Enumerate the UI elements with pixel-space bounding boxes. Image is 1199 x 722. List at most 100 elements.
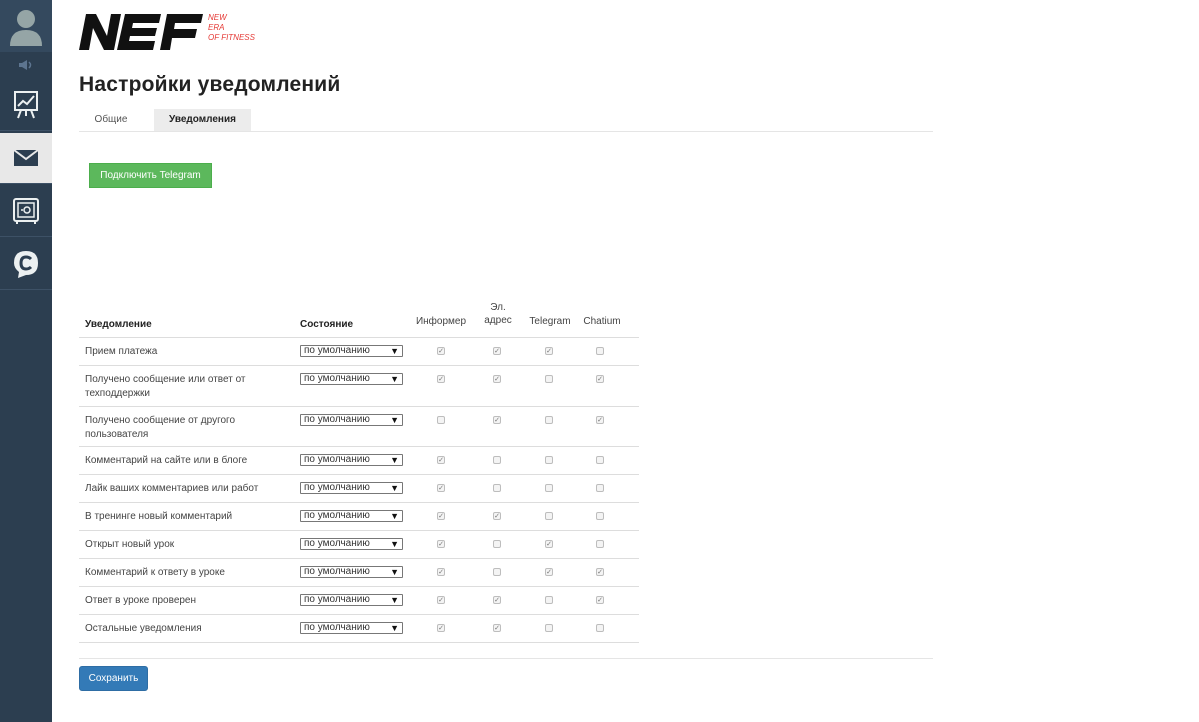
state-select[interactable]: по умолчанию ▼ (300, 622, 403, 634)
state-select[interactable]: по умолчанию ▼ (300, 566, 403, 578)
state-select[interactable]: по умолчанию ▼ (300, 510, 403, 522)
informer-checkbox[interactable]: ✓ (437, 512, 445, 520)
chatium-checkbox[interactable] (596, 512, 604, 520)
mail-icon (13, 149, 39, 166)
table-row: Получено сообщение от другого пользовател… (79, 406, 639, 446)
tab-notifications[interactable]: Уведомления (154, 109, 251, 131)
email-checkbox[interactable]: ✓ (493, 347, 501, 355)
sidebar-item-chatium[interactable] (0, 239, 52, 290)
email-checkbox[interactable]: ✓ (493, 512, 501, 520)
save-button[interactable]: Сохранить (79, 666, 148, 691)
telegram-checkbox[interactable] (545, 416, 553, 424)
telegram-checkbox[interactable] (545, 484, 553, 492)
informer-checkbox[interactable]: ✓ (437, 596, 445, 604)
select-arrow-icon: ▼ (390, 623, 399, 633)
informer-checkbox[interactable]: ✓ (437, 624, 445, 632)
telegram-checkbox[interactable] (545, 456, 553, 464)
chart-board-icon (14, 91, 38, 119)
check-icon: ✓ (494, 625, 500, 632)
telegram-checkbox[interactable] (545, 375, 553, 383)
notification-label: Комментарий на сайте или в блоге (85, 455, 248, 466)
state-select[interactable]: по умолчанию ▼ (300, 345, 403, 357)
notification-label: Комментарий к ответу в уроке (85, 567, 225, 578)
chatium-checkbox[interactable] (596, 540, 604, 548)
email-checkbox[interactable]: ✓ (493, 416, 501, 424)
check-icon: ✓ (597, 597, 603, 604)
speaker-button[interactable] (0, 52, 52, 78)
table-row: Лайк ваших комментариев или работ по умол… (79, 474, 639, 502)
check-icon: ✓ (597, 569, 603, 576)
email-checkbox[interactable]: ✓ (493, 596, 501, 604)
header-email: Эл. адрес (484, 302, 512, 326)
select-arrow-icon: ▼ (390, 539, 399, 549)
state-select[interactable]: по умолчанию ▼ (300, 538, 403, 550)
header-informer: Информер (415, 316, 467, 327)
email-checkbox[interactable] (493, 568, 501, 576)
check-icon: ✓ (546, 569, 552, 576)
check-icon: ✓ (438, 625, 444, 632)
notification-label: Прием платежа (85, 346, 158, 357)
telegram-checkbox[interactable]: ✓ (545, 347, 553, 355)
select-arrow-icon: ▼ (390, 483, 399, 493)
chatium-checkbox[interactable]: ✓ (596, 568, 604, 576)
email-checkbox[interactable] (493, 540, 501, 548)
table-row: В тренинге новый комментарий по умолчанию… (79, 502, 639, 530)
check-icon: ✓ (438, 457, 444, 464)
informer-checkbox[interactable]: ✓ (437, 568, 445, 576)
chatium-checkbox[interactable]: ✓ (596, 596, 604, 604)
connect-telegram-button[interactable]: Подключить Telegram (89, 163, 212, 188)
table-row: Комментарий к ответу в уроке по умолчанию… (79, 558, 639, 586)
check-icon: ✓ (438, 376, 444, 383)
tab-bar: Общие Уведомления (79, 109, 933, 132)
check-icon: ✓ (494, 348, 500, 355)
informer-checkbox[interactable]: ✓ (437, 540, 445, 548)
chatium-checkbox[interactable]: ✓ (596, 416, 604, 424)
select-arrow-icon: ▼ (390, 567, 399, 577)
user-avatar-icon (10, 10, 42, 46)
chatium-icon (14, 251, 38, 278)
state-select[interactable]: по умолчанию ▼ (300, 594, 403, 606)
chatium-checkbox[interactable] (596, 484, 604, 492)
check-icon: ✓ (494, 376, 500, 383)
email-checkbox[interactable] (493, 456, 501, 464)
informer-checkbox[interactable]: ✓ (437, 456, 445, 464)
tab-general[interactable]: Общие (79, 109, 143, 131)
check-icon: ✓ (597, 417, 603, 424)
speaker-icon (19, 60, 32, 70)
chatium-checkbox[interactable]: ✓ (596, 375, 604, 383)
sidebar-item-messages[interactable] (0, 133, 52, 184)
telegram-checkbox[interactable] (545, 596, 553, 604)
notification-label: Получено сообщение от другого пользовател… (85, 415, 236, 440)
state-select[interactable]: по умолчанию ▼ (300, 454, 403, 466)
state-select[interactable]: по умолчанию ▼ (300, 414, 403, 426)
logo-tagline: NEW ERA OF FITNESS (208, 13, 255, 42)
sidebar-item-statistics[interactable] (0, 80, 52, 131)
telegram-checkbox[interactable]: ✓ (545, 540, 553, 548)
state-select[interactable]: по умолчанию ▼ (300, 482, 403, 494)
informer-checkbox[interactable] (437, 416, 445, 424)
header-notification: Уведомление (85, 319, 152, 330)
table-row: Комментарий на сайте или в блоге по умолч… (79, 446, 639, 474)
table-row: Получено сообщение или ответ от техподдер… (79, 365, 639, 406)
page-title: Настройки уведомлений (79, 73, 341, 96)
informer-checkbox[interactable]: ✓ (437, 347, 445, 355)
email-checkbox[interactable]: ✓ (493, 375, 501, 383)
chatium-checkbox[interactable] (596, 624, 604, 632)
check-icon: ✓ (438, 513, 444, 520)
telegram-checkbox[interactable] (545, 624, 553, 632)
table-row: Ответ в уроке проверен по умолчанию ▼ ✓ ✓ ✓ (79, 586, 639, 614)
telegram-checkbox[interactable] (545, 512, 553, 520)
informer-checkbox[interactable]: ✓ (437, 484, 445, 492)
chatium-checkbox[interactable] (596, 456, 604, 464)
user-avatar[interactable] (0, 0, 52, 52)
informer-checkbox[interactable]: ✓ (437, 375, 445, 383)
notification-label: Ответ в уроке проверен (85, 595, 197, 606)
telegram-checkbox[interactable]: ✓ (545, 568, 553, 576)
chatium-checkbox[interactable] (596, 347, 604, 355)
email-checkbox[interactable] (493, 484, 501, 492)
sidebar-item-safe[interactable] (0, 186, 52, 237)
check-icon: ✓ (597, 376, 603, 383)
header-chatium: Chatium (583, 316, 621, 327)
state-select[interactable]: по умолчанию ▼ (300, 373, 403, 385)
email-checkbox[interactable]: ✓ (493, 624, 501, 632)
